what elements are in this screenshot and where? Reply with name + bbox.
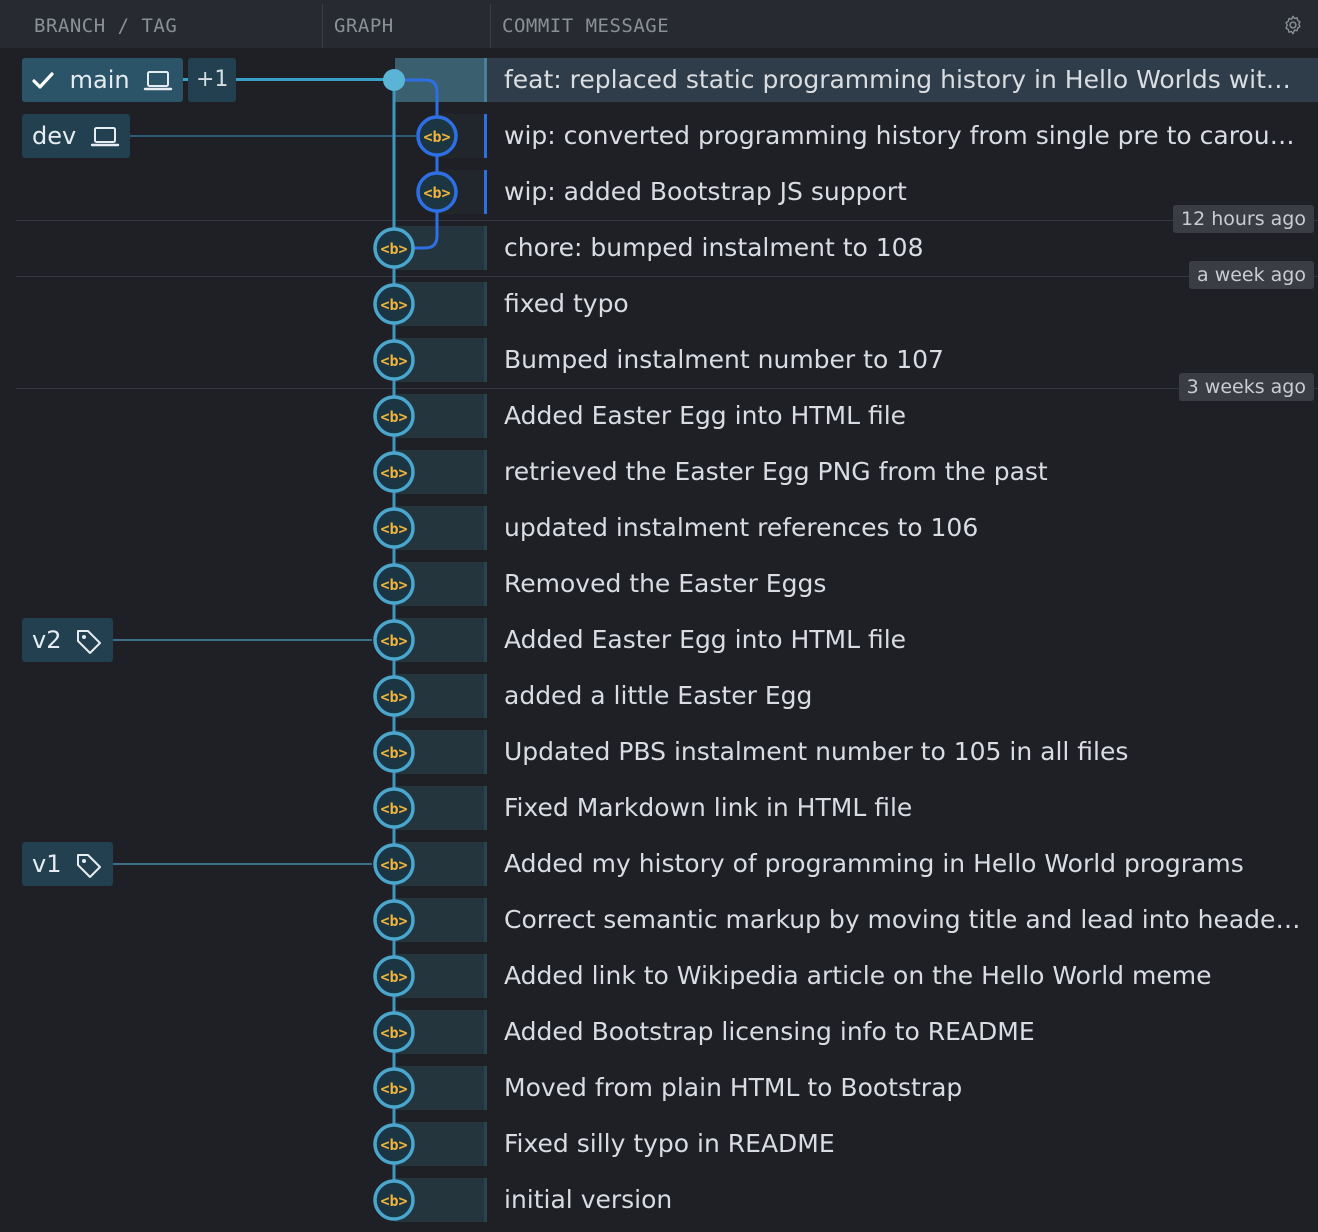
commit-avatar-label: <b>: [380, 744, 407, 762]
commit-avatar-label: <b>: [423, 184, 450, 202]
commit-avatar-label: <b>: [380, 464, 407, 482]
commit-avatar-label: <b>: [380, 1192, 407, 1210]
commit-avatar-label: <b>: [380, 912, 407, 930]
commit-avatar-label: <b>: [380, 408, 407, 426]
commit-avatar-label: <b>: [380, 968, 407, 986]
commit-avatar-label: <b>: [380, 1136, 407, 1154]
commit-avatar-label: <b>: [380, 240, 407, 258]
commit-avatar-label: <b>: [380, 576, 407, 594]
commit-avatar-label: <b>: [380, 352, 407, 370]
commit-avatar-label: <b>: [380, 800, 407, 818]
wip-lane-line: [394, 78, 439, 250]
commit-avatar-label: <b>: [380, 296, 407, 314]
commit-graph: <b> <b> <b> <b> <b> <b> <b> <b> <b> <b> <b> <b> <b> <…: [373, 69, 458, 1221]
commit-graph-panel: BRANCH / TAG GRAPH COMMIT MESSAGE feat: …: [0, 0, 1318, 1232]
commit-avatar-label: <b>: [380, 1024, 407, 1042]
commit-avatar-label: <b>: [380, 1080, 407, 1098]
commit-avatar-label: <b>: [380, 856, 407, 874]
commit-avatar-label: <b>: [380, 632, 407, 650]
head-commit-dot: [383, 69, 405, 91]
commit-avatar-label: <b>: [380, 688, 407, 706]
commit-avatar-label: <b>: [423, 128, 450, 146]
commit-avatar-label: <b>: [380, 520, 407, 538]
